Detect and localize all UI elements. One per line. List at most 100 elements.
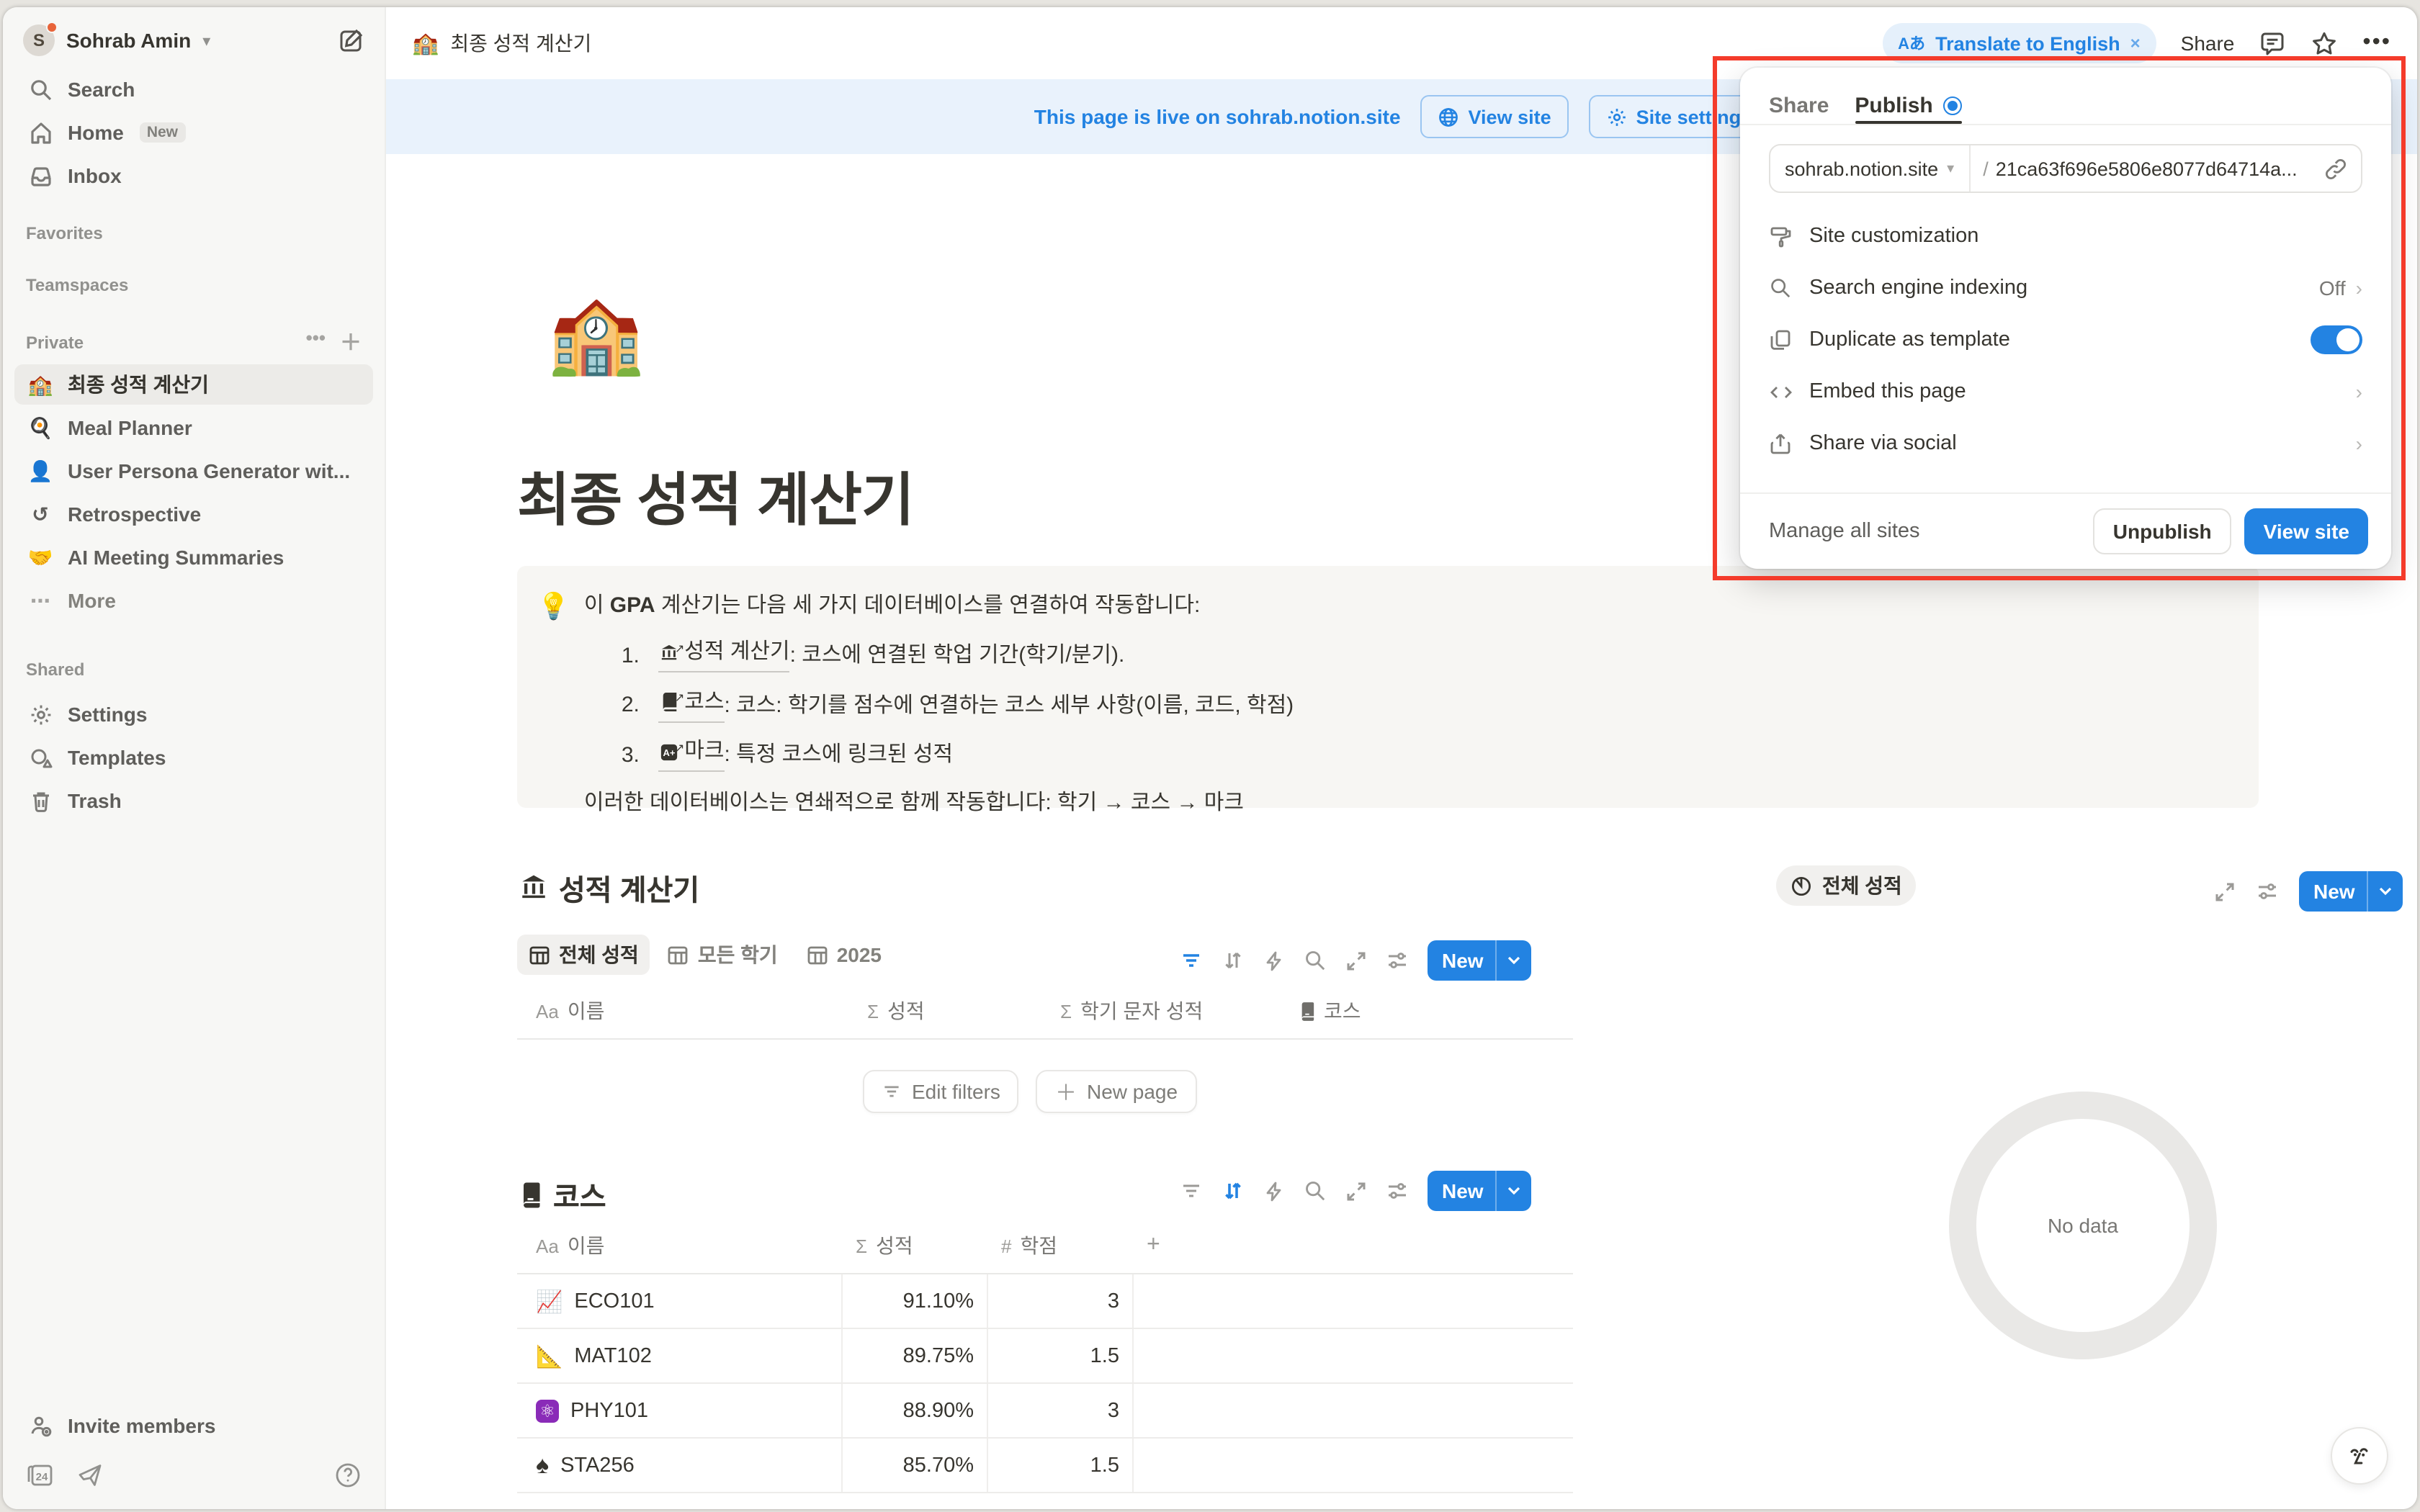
search-icon[interactable]	[1304, 1179, 1327, 1202]
sidebar-item-templates[interactable]: Templates	[14, 737, 373, 778]
expand-icon[interactable]	[2214, 881, 2236, 902]
close-icon[interactable]: ×	[2130, 33, 2141, 53]
number-type-icon: #	[1001, 1235, 1011, 1256]
sort-icon[interactable]	[1222, 1179, 1245, 1202]
courses-db-toolbar: New	[1180, 1171, 1531, 1211]
more-options-icon[interactable]: •••	[2362, 30, 2391, 56]
automation-icon[interactable]	[1263, 1180, 1285, 1202]
view-site-banner-button[interactable]: View site	[1421, 95, 1569, 138]
sidebar-page-user-persona[interactable]: 👤 User Persona Generator wit...	[14, 451, 373, 491]
send-icon[interactable]	[76, 1462, 104, 1489]
column-header-term-letter[interactable]: Σ 학기 문자 성적	[1060, 996, 1299, 1025]
page-title[interactable]: 최종 성적 계산기	[517, 454, 914, 537]
expand-icon[interactable]	[1345, 950, 1367, 971]
chart-new-button[interactable]: New	[2299, 871, 2403, 912]
sidebar-item-trash[interactable]: Trash	[14, 780, 373, 821]
globe-icon	[1438, 106, 1460, 127]
column-header-name[interactable]: Aa 이름	[536, 996, 867, 1025]
sidebar-page-grade-calculator[interactable]: 🏫 최종 성적 계산기	[14, 364, 373, 405]
page-icon[interactable]: 🏫	[547, 292, 645, 376]
table-row-mat102[interactable]: 📐MAT102 89.75% 1.5	[517, 1329, 1573, 1384]
help-icon[interactable]	[334, 1462, 362, 1489]
notion-ai-button[interactable]	[2331, 1427, 2388, 1485]
chevron-right-icon: ›	[2356, 432, 2362, 455]
menu-item-site-customization[interactable]: Site customization	[1740, 210, 2391, 262]
sidebar-item-search[interactable]: Search	[14, 69, 373, 109]
paint-roller-icon	[1769, 224, 1809, 248]
new-dropdown-icon[interactable]	[1495, 1171, 1531, 1211]
sidebar-page-retrospective[interactable]: ↺ Retrospective	[14, 494, 373, 534]
view-tab-all-terms[interactable]: 모든 학기	[656, 935, 789, 975]
translate-chip[interactable]: Aあ Translate to English ×	[1882, 23, 2156, 63]
sidebar-page-meal-planner[interactable]: 🍳 Meal Planner	[14, 408, 373, 448]
settings-sliders-icon[interactable]	[2256, 880, 2279, 903]
ellipsis-icon[interactable]: •••	[306, 327, 326, 357]
compose-icon[interactable]	[339, 27, 364, 53]
table-row-sta256[interactable]: ♠STA256 85.70% 1.5	[517, 1439, 1573, 1493]
invite-members-button[interactable]: Invite members	[14, 1405, 373, 1446]
sidebar-item-inbox[interactable]: Inbox	[14, 156, 373, 196]
manage-all-sites-button[interactable]: Manage all sites	[1769, 520, 1920, 543]
search-icon[interactable]	[1304, 949, 1327, 972]
breadcrumb[interactable]: 🏫 최종 성적 계산기	[412, 29, 591, 58]
sidebar-item-label: Trash	[68, 789, 122, 812]
popup-footer: Manage all sites Unpublish View site	[1740, 492, 2391, 569]
grades-new-button[interactable]: New	[1428, 940, 1531, 981]
expand-icon[interactable]	[1345, 1180, 1367, 1202]
column-header-name[interactable]: Aa 이름	[536, 1231, 856, 1260]
plus-icon[interactable]: ＋	[340, 327, 362, 357]
column-header-grade[interactable]: Σ 성적	[856, 1231, 1001, 1260]
chart-view-tab[interactable]: 전체 성적	[1776, 865, 1917, 906]
menu-item-share-via-social[interactable]: Share via social ›	[1740, 418, 2391, 469]
automation-icon[interactable]	[1263, 950, 1285, 971]
new-page-button[interactable]: ＋ New page	[1036, 1070, 1196, 1113]
sort-icon[interactable]	[1222, 949, 1245, 972]
link-icon[interactable]	[2319, 158, 2361, 179]
comments-icon[interactable]	[2259, 30, 2286, 57]
page-mention-courses[interactable]: ↗코스	[658, 683, 724, 722]
menu-item-embed-this-page[interactable]: Embed this page ›	[1740, 366, 2391, 418]
duplicate-template-toggle[interactable]	[2311, 325, 2362, 354]
view-site-button[interactable]: View site	[2245, 508, 2368, 554]
table-row-eco101[interactable]: 📈ECO101 91.10% 3	[517, 1274, 1573, 1329]
filter-icon[interactable]	[1180, 949, 1203, 972]
calendar-icon[interactable]: 24	[26, 1462, 53, 1489]
favorite-star-icon[interactable]	[2311, 30, 2338, 57]
view-tab-all-grades[interactable]: 전체 성적	[517, 935, 650, 975]
page-mention-grade-calculator[interactable]: ↗성적 계산기	[658, 634, 789, 672]
sidebar-item-home[interactable]: Home New	[14, 112, 373, 153]
unpublish-button[interactable]: Unpublish	[2093, 508, 2232, 554]
courses-new-button[interactable]: New	[1428, 1171, 1531, 1211]
add-column-button[interactable]: +	[1147, 1233, 1160, 1259]
menu-item-search-engine-indexing[interactable]: Search engine indexing Off›	[1740, 262, 2391, 314]
settings-sliders-icon[interactable]	[1386, 949, 1409, 972]
text-type-icon: Aa	[536, 1000, 559, 1022]
new-dropdown-icon[interactable]	[2367, 871, 2403, 912]
page-mention-marks[interactable]: A+↗마크	[658, 733, 724, 772]
pie-chart-icon	[1791, 875, 1812, 896]
settings-sliders-icon[interactable]	[1386, 1179, 1409, 1202]
edit-filters-button[interactable]: Edit filters	[863, 1070, 1019, 1113]
sidebar-item-settings[interactable]: Settings	[14, 694, 373, 734]
domain-select[interactable]: sohrab.notion.site ▾	[1770, 145, 1970, 192]
column-header-course[interactable]: 코스	[1299, 996, 1361, 1025]
column-header-credits[interactable]: # 학점	[1001, 1231, 1147, 1260]
sidebar-page-ai-meeting-summaries[interactable]: 🤝 AI Meeting Summaries	[14, 537, 373, 577]
filter-icon[interactable]	[1180, 1179, 1203, 1202]
tab-publish[interactable]: Publish	[1855, 86, 1961, 124]
share-button[interactable]: Share	[2181, 32, 2235, 55]
table-row-phy101[interactable]: ⚛PHY101 88.90% 3	[517, 1384, 1573, 1439]
section-teamspaces: Teamspaces	[3, 275, 385, 295]
column-header-grade[interactable]: Σ 성적	[867, 996, 1060, 1025]
workspace-switcher[interactable]: S Sohrab Amin ▾	[3, 7, 385, 68]
chevron-right-icon: ›	[2356, 276, 2362, 300]
page-path-input[interactable]: / 21ca63f696e5806e8077d64714a...	[1970, 158, 2319, 179]
tab-share[interactable]: Share	[1769, 86, 1829, 124]
new-dropdown-icon[interactable]	[1495, 940, 1531, 981]
sidebar-item-more[interactable]: ⋯ More	[14, 580, 373, 621]
view-tab-2025[interactable]: 2025	[795, 935, 893, 975]
menu-item-duplicate-as-template[interactable]: Duplicate as template	[1740, 314, 2391, 366]
courses-db-title[interactable]: 코스	[520, 1174, 606, 1215]
grades-db-title[interactable]: 성적 계산기	[520, 867, 699, 909]
inbox-icon	[26, 163, 55, 188]
